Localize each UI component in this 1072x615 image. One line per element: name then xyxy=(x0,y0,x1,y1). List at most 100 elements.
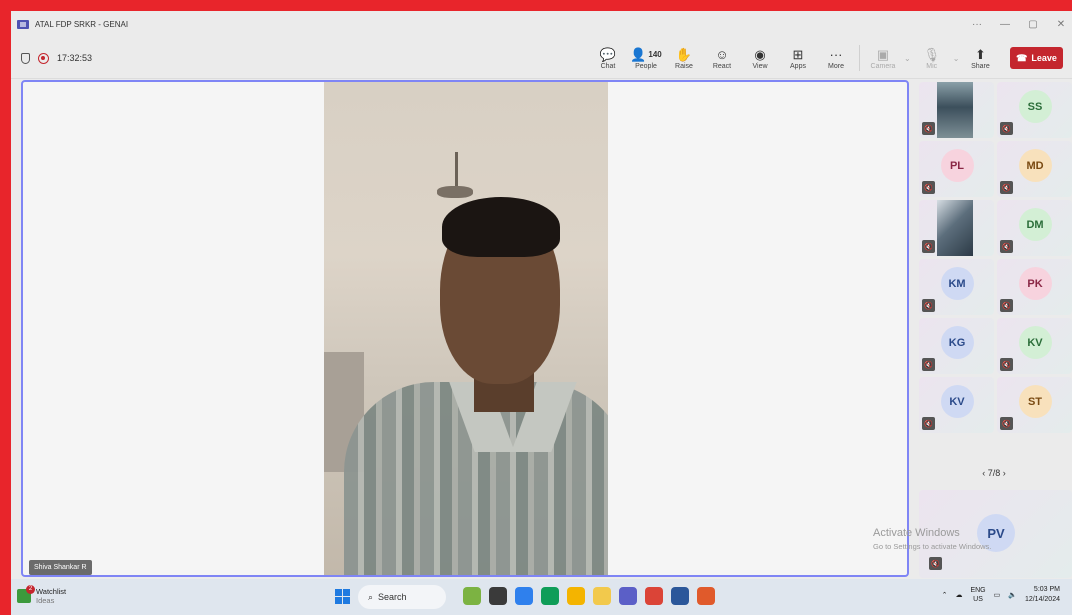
mic-button[interactable]: 🎙 Mic xyxy=(913,41,951,75)
prev-page-chevron-icon[interactable]: ‹ xyxy=(982,468,985,478)
participant-tile[interactable]: PL 🔇 xyxy=(919,141,994,197)
share-icon: ⬆ xyxy=(974,46,986,62)
watchlist-widget[interactable]: Watchlist Ideas xyxy=(17,585,66,605)
copilot-icon[interactable] xyxy=(515,587,533,605)
participant-tile[interactable]: MD 🔇 xyxy=(997,141,1072,197)
cloud-icon[interactable]: ☁ xyxy=(955,591,962,599)
windows-start-icon[interactable] xyxy=(335,589,350,604)
participant-tile[interactable]: 🔇 xyxy=(919,82,994,138)
avatar: MD xyxy=(1018,149,1052,182)
title-bar: ATAL FDP SRKR - GENAI ··· — ▢ ✕ xyxy=(11,11,1072,37)
search-icon: ⌕ xyxy=(368,591,374,602)
camera-options-chevron-icon[interactable]: ⌄ xyxy=(904,54,911,63)
file-explorer-icon[interactable] xyxy=(593,587,611,605)
window-title: ATAL FDP SRKR - GENAI xyxy=(35,19,129,29)
smiley-icon: ☺ xyxy=(715,46,729,62)
participant-gallery: 🔇 SS 🔇 PL 🔇 MD 🔇 🔇 DM 🔇 KM 🔇 PK 🔇 KG 🔇 KV 🔇 KV 🔇 ST 🔇 ‹ 7/8 ›… xyxy=(916,80,1072,578)
mic-off-icon: 🎙 xyxy=(923,46,940,62)
leave-button[interactable]: ☎ Leave xyxy=(1010,47,1063,69)
phone-hangup-icon: ☎ xyxy=(1016,52,1028,63)
chrome-alt-icon[interactable] xyxy=(697,587,715,605)
more-button[interactable]: ··· More xyxy=(817,41,855,75)
chat-icon: 💬 xyxy=(599,46,617,62)
avatar: KV xyxy=(1018,326,1052,359)
participant-tile[interactable]: KM 🔇 xyxy=(919,259,994,315)
mic-muted-icon: 🔇 xyxy=(1000,417,1013,430)
chat-button[interactable]: 💬 Chat xyxy=(589,41,627,75)
system-tray: ⌃ ☁ ENG US ▭ 🔈 5:03 PM 12/14/2024 xyxy=(942,585,1060,605)
close-button[interactable]: ✕ xyxy=(1054,19,1068,30)
taskbar-search[interactable]: ⌕ Search xyxy=(358,585,446,609)
people-icon: 👤 xyxy=(630,46,647,62)
meeting-toolbar: 17:32:53 💬 Chat 👤 140 People ✋ Raise ☺ Re… xyxy=(11,37,1072,79)
participant-tile[interactable]: KG 🔇 xyxy=(919,318,994,374)
ceiling-fan-rod xyxy=(455,152,458,190)
participant-tile[interactable]: KV 🔇 xyxy=(919,377,994,433)
ellipsis-icon: ··· xyxy=(829,46,843,62)
language-indicator[interactable]: ENG US xyxy=(970,586,985,604)
avatar: PL xyxy=(940,149,974,182)
meeting-timer: 17:32:53 xyxy=(57,53,93,63)
mic-muted-icon: 🔇 xyxy=(922,181,935,194)
pinned-apps xyxy=(463,587,715,605)
toolbar-divider xyxy=(859,45,860,71)
window-controls: ··· — ▢ ✕ xyxy=(970,11,1068,37)
teams-taskbar-icon[interactable] xyxy=(619,587,637,605)
camera-button[interactable]: ▣ Camera xyxy=(864,41,902,75)
chrome-icon[interactable] xyxy=(567,587,585,605)
mic-muted-icon: 🔇 xyxy=(922,122,935,135)
react-button[interactable]: ☺ React xyxy=(703,41,741,75)
mic-muted-icon: 🔇 xyxy=(922,417,935,430)
view-button[interactable]: ◉ View xyxy=(741,41,779,75)
avatar: KV xyxy=(940,385,974,418)
participant-tile[interactable]: KV 🔇 xyxy=(997,318,1072,374)
raise-hand-button[interactable]: ✋ Raise xyxy=(665,41,703,75)
participant-tile[interactable]: PK 🔇 xyxy=(997,259,1072,315)
windows-taskbar: Watchlist Ideas ⌕ Search ⌃ ☁ ENG xyxy=(11,579,1072,615)
teams-window: ATAL FDP SRKR - GENAI ··· — ▢ ✕ 17:32:53… xyxy=(11,11,1072,615)
participant-tile[interactable]: DM 🔇 xyxy=(997,200,1072,256)
mic-muted-icon: 🔇 xyxy=(1000,181,1013,194)
network-icon[interactable]: ▭ xyxy=(994,591,1001,599)
participant-tile[interactable]: ST 🔇 xyxy=(997,377,1072,433)
edge-icon[interactable] xyxy=(541,587,559,605)
shield-icon[interactable] xyxy=(21,52,30,64)
avatar: DM xyxy=(1018,208,1052,241)
mic-options-chevron-icon[interactable]: ⌄ xyxy=(953,54,960,63)
chrome-profile-icon[interactable] xyxy=(645,587,663,605)
participant-tile[interactable]: 🔇 xyxy=(919,200,994,256)
gallery-pager: ‹ 7/8 › xyxy=(916,468,1072,478)
app-icon[interactable] xyxy=(463,587,481,605)
hand-icon: ✋ xyxy=(675,46,693,62)
speaker-name-tag: Shiva Shankar R xyxy=(29,560,92,575)
maximize-button[interactable]: ▢ xyxy=(1026,19,1040,30)
word-icon[interactable] xyxy=(671,587,689,605)
app-icon[interactable] xyxy=(489,587,507,605)
speaker-video xyxy=(324,82,608,575)
mic-muted-icon: 🔇 xyxy=(1000,299,1013,312)
participant-tile[interactable]: SS 🔇 xyxy=(997,82,1072,138)
chevron-up-icon[interactable]: ⌃ xyxy=(942,591,948,599)
activate-windows-watermark: Activate Windows Go to Settings to activ… xyxy=(873,527,992,551)
recording-icon[interactable] xyxy=(38,52,49,64)
page-indicator: 7/8 xyxy=(987,468,1001,478)
minimize-button[interactable]: — xyxy=(998,19,1012,30)
teams-icon xyxy=(17,19,29,29)
main-video-stage[interactable]: Shiva Shankar R xyxy=(21,80,909,577)
view-icon: ◉ xyxy=(754,46,766,62)
taskbar-clock[interactable]: 5:03 PM 12/14/2024 xyxy=(1025,585,1060,605)
mic-muted-icon: 🔇 xyxy=(929,557,942,570)
share-button[interactable]: ⬆ Share xyxy=(961,41,999,75)
more-options-button[interactable]: ··· xyxy=(970,19,984,30)
mic-muted-icon: 🔇 xyxy=(1000,358,1013,371)
mic-muted-icon: 🔇 xyxy=(922,240,935,253)
people-button[interactable]: 👤 140 People xyxy=(627,41,665,75)
mic-muted-icon: 🔇 xyxy=(922,358,935,371)
next-page-chevron-icon[interactable]: › xyxy=(1003,468,1006,478)
camera-off-icon: ▣ xyxy=(876,46,890,62)
ceiling-fan xyxy=(437,186,473,198)
mic-muted-icon: 🔇 xyxy=(922,299,935,312)
volume-muted-icon[interactable]: 🔈 xyxy=(1008,591,1017,599)
avatar: KG xyxy=(940,326,974,359)
apps-button[interactable]: ⊞ Apps xyxy=(779,41,817,75)
